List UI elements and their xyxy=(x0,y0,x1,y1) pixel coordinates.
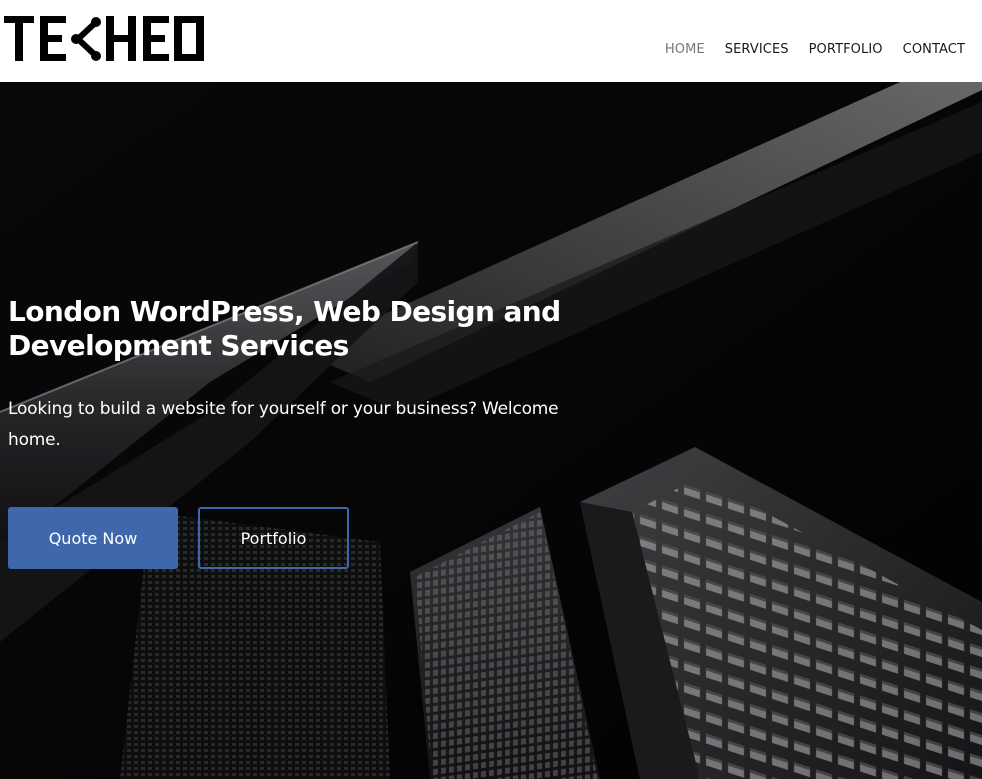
main-nav: HOME SERVICES PORTFOLIO CONTACT xyxy=(665,41,965,59)
nav-services[interactable]: SERVICES xyxy=(725,41,789,59)
hero-subtitle: Looking to build a website for yourself … xyxy=(8,399,559,450)
portfolio-button[interactable]: Portfolio xyxy=(198,507,349,569)
quote-now-button[interactable]: Quote Now xyxy=(8,507,178,569)
hero-section: London WordPress, Web Design and Develop… xyxy=(0,82,982,779)
hero-title: London WordPress, Web Design and Develop… xyxy=(8,295,561,362)
nav-home[interactable]: HOME xyxy=(665,41,705,59)
techeo-logo[interactable] xyxy=(4,16,204,64)
nav-contact[interactable]: CONTACT xyxy=(903,41,965,59)
nav-portfolio[interactable]: PORTFOLIO xyxy=(809,41,883,59)
site-header: HOME SERVICES PORTFOLIO CONTACT xyxy=(0,0,982,82)
logo-wordmark xyxy=(4,16,204,61)
